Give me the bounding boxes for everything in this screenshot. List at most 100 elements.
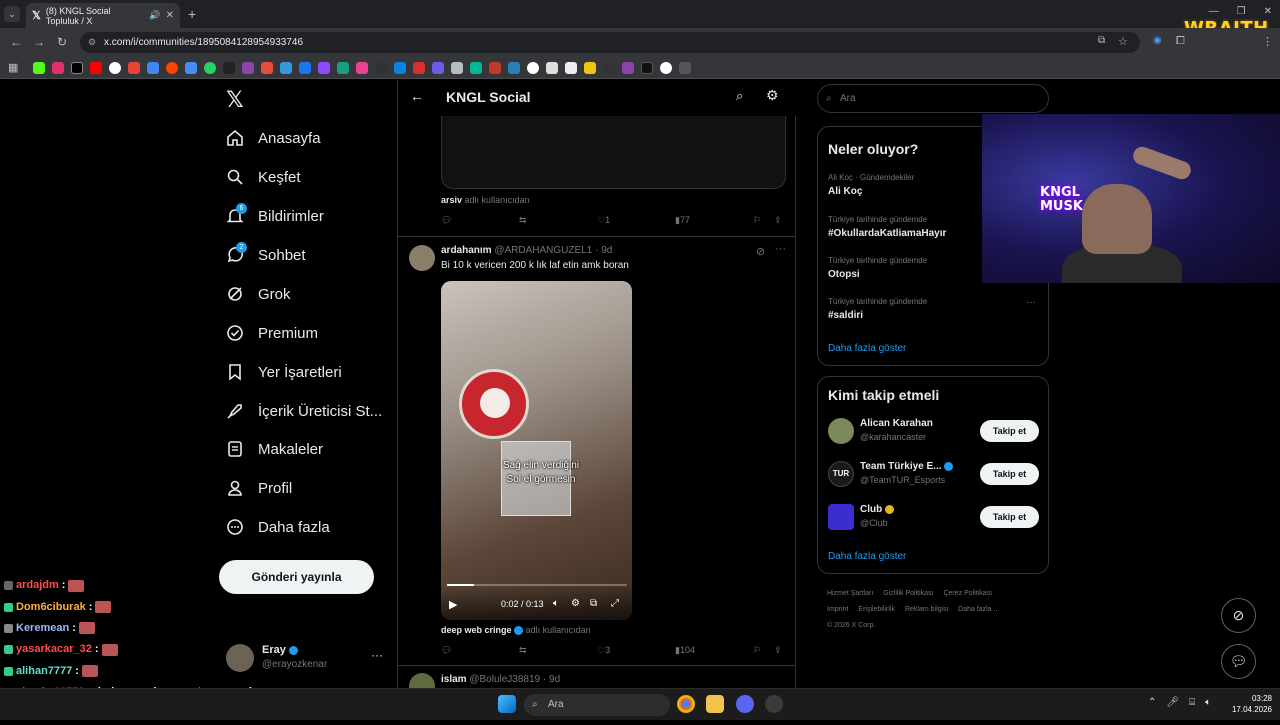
avatar[interactable] bbox=[409, 673, 435, 688]
sidebar-item-articles[interactable]: Makaleler bbox=[226, 437, 323, 461]
reddit-bookmark-icon[interactable] bbox=[166, 61, 179, 74]
like-button[interactable]: ♡ 1 bbox=[597, 215, 610, 226]
pip-icon[interactable]: ⧉ bbox=[590, 598, 597, 609]
system-clock[interactable]: 03:28 17.04.2026 bbox=[1222, 693, 1272, 715]
whatsapp-bookmark-icon[interactable] bbox=[204, 61, 217, 74]
x-bookmark-icon[interactable] bbox=[71, 61, 84, 74]
sidebar-item-bookmarks[interactable]: Yer İşaretleri bbox=[226, 360, 342, 384]
share-icon[interactable]: ⇪ bbox=[774, 215, 782, 226]
previous-post-media[interactable] bbox=[441, 116, 786, 189]
more-icon[interactable]: ··· bbox=[775, 243, 786, 255]
star-icon[interactable]: ☆ bbox=[1118, 35, 1128, 48]
tab-list-button[interactable]: ⌄ bbox=[4, 6, 20, 22]
avatar[interactable] bbox=[409, 245, 435, 271]
footer-link[interactable]: Gizlilik Politikası bbox=[883, 590, 933, 597]
sidebar-item-profile[interactable]: Profil bbox=[226, 476, 292, 500]
follow-button[interactable]: Takip et bbox=[980, 420, 1039, 442]
back-icon[interactable]: ← bbox=[10, 35, 22, 49]
sidebar-item-more[interactable]: Daha fazla bbox=[226, 515, 330, 539]
discord-icon[interactable] bbox=[736, 695, 754, 713]
close-window-icon[interactable]: ✕ bbox=[1264, 6, 1272, 17]
views-button[interactable]: ▮ 104 bbox=[675, 645, 695, 656]
follow-suggestion[interactable]: Club @Club Takip et bbox=[828, 504, 1040, 534]
bookmark-icon[interactable] bbox=[470, 61, 483, 74]
youtube-bookmark-icon[interactable] bbox=[90, 61, 103, 74]
reply-icon[interactable]: 💬︎ bbox=[441, 215, 452, 226]
fullscreen-icon[interactable]: ⤢ bbox=[611, 598, 619, 609]
google-bookmark-icon[interactable] bbox=[109, 61, 122, 74]
network-icon[interactable]: ⌸ bbox=[1189, 697, 1195, 708]
grok-floating-button[interactable]: ⊘ bbox=[1221, 598, 1256, 633]
url-field[interactable]: ⚙ x.com/i/communities/189508412895493374… bbox=[80, 32, 1140, 53]
bookmark-icon[interactable] bbox=[280, 61, 293, 74]
footer-link[interactable]: Çerez Politikası bbox=[943, 590, 992, 597]
maximize-icon[interactable]: ❐ bbox=[1237, 6, 1246, 17]
bookmark-icon[interactable] bbox=[489, 61, 502, 74]
show-more-link[interactable]: Daha fazla göster bbox=[828, 551, 906, 562]
sidebar-item-explore[interactable]: Keşfet bbox=[226, 165, 301, 189]
bookmark-icon[interactable] bbox=[375, 61, 388, 74]
settings-icon[interactable]: ⚙ bbox=[766, 87, 779, 104]
sidebar-item-grok[interactable]: Grok bbox=[226, 282, 291, 306]
footer-link[interactable]: Imprint bbox=[827, 606, 848, 613]
follow-button[interactable]: Takip et bbox=[980, 463, 1039, 485]
search-input[interactable]: ⌕ Ara bbox=[817, 84, 1049, 113]
search-icon[interactable]: ⌕ bbox=[736, 88, 743, 104]
messages-floating-button[interactable]: 💬︎ bbox=[1221, 644, 1256, 679]
close-tab-icon[interactable]: ✕ bbox=[166, 10, 174, 21]
play-icon[interactable]: ▶ bbox=[449, 598, 457, 611]
volume-icon[interactable]: 🔈︎ bbox=[553, 598, 559, 609]
more-icon[interactable]: ··· bbox=[1026, 297, 1036, 308]
twitch-bookmark-icon[interactable] bbox=[318, 61, 331, 74]
footer-link[interactable]: Erişilebilirlik bbox=[858, 606, 895, 613]
bookmark-icon[interactable] bbox=[356, 61, 369, 74]
trend-item[interactable]: Türkiye tarihinde gündemde Otopsi bbox=[828, 256, 927, 280]
chrome-icon[interactable] bbox=[677, 695, 695, 713]
install-icon[interactable]: ⧉ bbox=[1098, 35, 1105, 46]
sidebar-item-home[interactable]: Anasayfa bbox=[226, 126, 321, 150]
sidebar-item-premium[interactable]: Premium bbox=[226, 321, 318, 345]
follow-button[interactable]: Takip et bbox=[980, 506, 1039, 528]
x-logo-icon[interactable]: 𝕏 bbox=[226, 88, 244, 113]
extensions-puzzle-icon[interactable]: ⧠ bbox=[1176, 35, 1185, 48]
views-button[interactable]: ▮ 77 bbox=[675, 215, 690, 226]
repost-icon[interactable]: ⇆ bbox=[519, 645, 527, 656]
show-more-link[interactable]: Daha fazla göster bbox=[828, 343, 906, 354]
bookmark-icon[interactable] bbox=[432, 61, 445, 74]
bookmark-icon[interactable] bbox=[679, 61, 692, 74]
video-player[interactable]: Sağ elin verdiğini Sol el görmesin ▶ 0:02… bbox=[441, 281, 632, 620]
forward-icon[interactable]: → bbox=[33, 35, 45, 49]
post-author[interactable]: ardahanım @ARDAHANGUZEL1 · 9d bbox=[441, 245, 612, 256]
file-explorer-icon[interactable] bbox=[706, 695, 724, 713]
apps-grid-icon[interactable]: ▦ bbox=[8, 61, 18, 74]
gmail-bookmark-icon[interactable] bbox=[128, 61, 141, 74]
volume-icon[interactable]: 🔈︎ bbox=[1205, 697, 1211, 708]
menu-icon[interactable]: ⋮ bbox=[1262, 35, 1273, 48]
trend-item[interactable]: Türkiye tarihinde gündemde #saldiri bbox=[828, 297, 927, 321]
instagram-bookmark-icon[interactable] bbox=[52, 61, 65, 74]
microphone-icon[interactable]: 🎤︎ bbox=[1166, 697, 1179, 708]
minimize-icon[interactable]: — bbox=[1209, 6, 1219, 17]
bookmark-icon[interactable]: ⚐ bbox=[753, 645, 761, 656]
new-tab-button[interactable]: + bbox=[188, 6, 196, 22]
start-menu-icon[interactable] bbox=[498, 695, 516, 713]
bookmark-icon[interactable] bbox=[413, 61, 426, 74]
reload-icon[interactable]: ↻ bbox=[57, 35, 67, 49]
site-info-icon[interactable]: ⚙ bbox=[88, 32, 96, 53]
bookmark-icon[interactable] bbox=[451, 61, 464, 74]
trend-item[interactable]: Türkiye tarihinde gündemde #OkullardaKatl… bbox=[828, 215, 946, 239]
taskbar-search[interactable]: ⌕ Ara bbox=[524, 694, 670, 716]
bookmark-icon[interactable] bbox=[527, 61, 540, 74]
translate-bookmark-icon[interactable] bbox=[185, 61, 198, 74]
kick-bookmark-icon[interactable] bbox=[33, 61, 46, 74]
drive-bookmark-icon[interactable] bbox=[147, 61, 160, 74]
app-icon[interactable] bbox=[765, 695, 783, 713]
footer-link[interactable]: Daha fazla ... bbox=[958, 606, 999, 613]
bookmark-icon[interactable] bbox=[565, 61, 578, 74]
trend-item[interactable]: Ali Koç · Gündemdekiler Ali Koç bbox=[828, 173, 914, 197]
footer-link[interactable]: Reklam bilgisi bbox=[905, 606, 948, 613]
grok-icon[interactable]: ⊘ bbox=[756, 245, 765, 258]
bookmark-icon[interactable] bbox=[660, 61, 673, 74]
extension-icon[interactable]: ◉ bbox=[1153, 35, 1162, 46]
post-author[interactable]: islam @BoluleJ38819 · 9d bbox=[441, 674, 560, 685]
